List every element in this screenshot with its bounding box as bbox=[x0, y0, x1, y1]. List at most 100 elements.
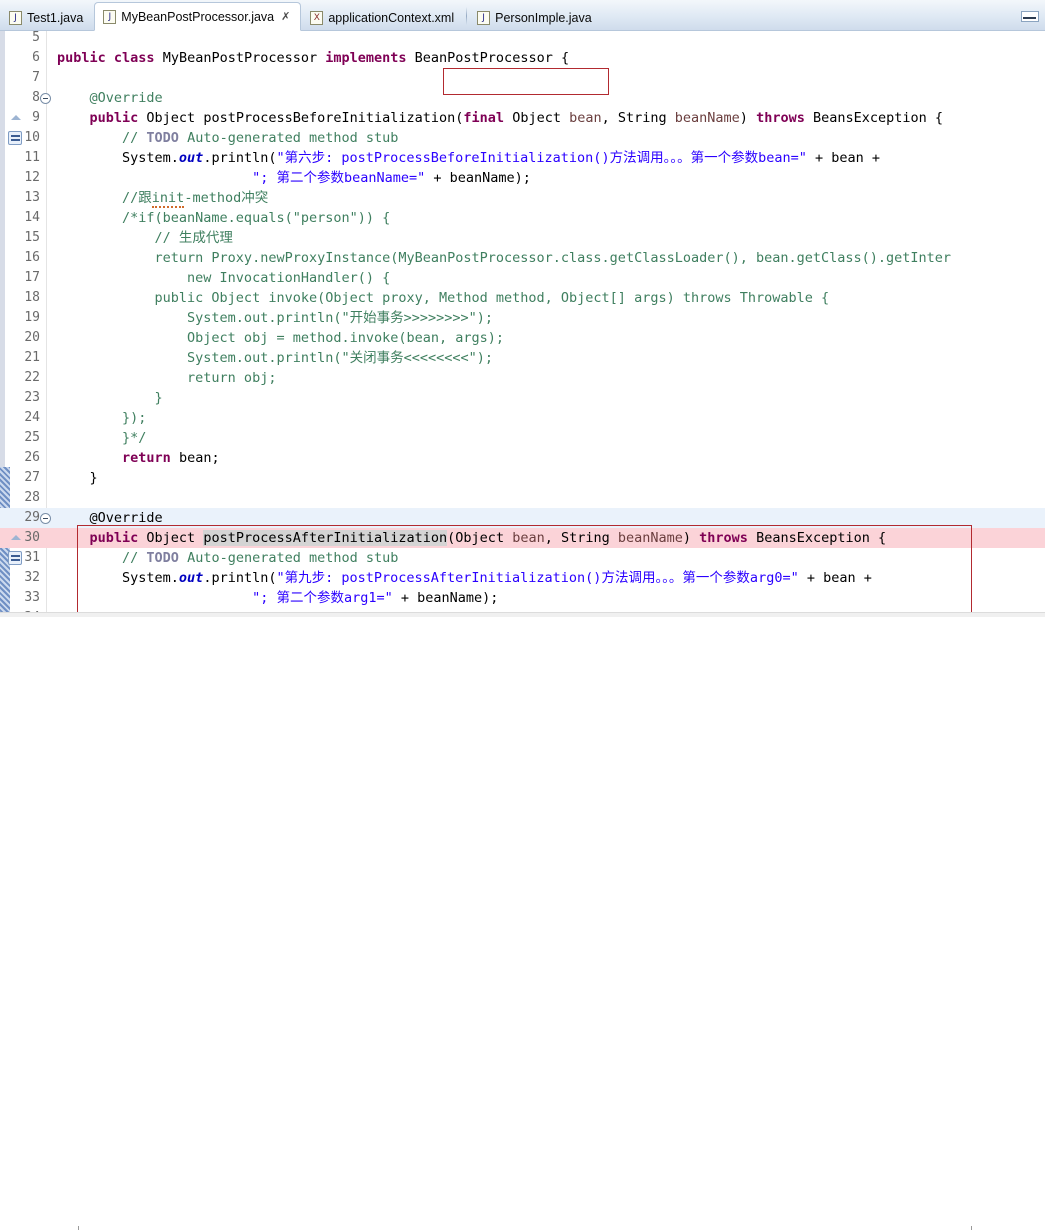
code-line[interactable]: 27 } bbox=[0, 468, 1045, 488]
code-token: bean bbox=[512, 530, 545, 546]
code-line[interactable]: 20 Object obj = method.invoke(bean, args… bbox=[0, 328, 1045, 348]
code-token: @Override bbox=[89, 90, 163, 106]
code-text: /*if(beanName.equals("person")) { bbox=[57, 208, 390, 228]
code-token: TODO bbox=[146, 550, 179, 566]
line-number: 7 bbox=[32, 70, 40, 85]
code-line[interactable]: 7 bbox=[0, 68, 1045, 88]
code-token: "第六步: postProcessBeforeInitialization()方… bbox=[276, 150, 807, 166]
fold-collapse-icon[interactable] bbox=[40, 513, 51, 524]
code-token: , String bbox=[601, 110, 675, 126]
code-line[interactable]: 8 @Override bbox=[0, 88, 1045, 108]
code-line[interactable]: 29 @Override bbox=[0, 508, 1045, 528]
code-line[interactable]: 21 System.out.println("关闭事务<<<<<<<<"); bbox=[0, 348, 1045, 368]
code-token: }*/ bbox=[57, 430, 147, 446]
code-line[interactable]: 13 //跟init-method冲突 bbox=[0, 188, 1045, 208]
code-token: public bbox=[57, 50, 114, 66]
xml-file-icon: X bbox=[310, 10, 324, 25]
code-token: Object bbox=[512, 110, 570, 126]
code-text: } bbox=[57, 388, 163, 408]
code-text: // TODO Auto-generated method stub bbox=[57, 128, 398, 148]
code-token: throws bbox=[756, 110, 813, 126]
code-line[interactable]: 28 bbox=[0, 488, 1045, 508]
code-line[interactable]: 23 } bbox=[0, 388, 1045, 408]
tab-test1-java[interactable]: J Test1.java bbox=[0, 3, 94, 31]
code-token: TODO bbox=[146, 130, 179, 146]
code-token: return obj; bbox=[57, 370, 277, 386]
tab-applicationcontext-xml[interactable]: XapplicationContext.xml bbox=[301, 3, 465, 31]
code-text: @Override bbox=[57, 510, 163, 526]
code-text: "; 第二个参数arg1=" + beanName); bbox=[57, 588, 498, 608]
java-code-editor[interactable]: 5 6 public class MyBeanPostProcessor imple… bbox=[0, 31, 1045, 617]
code-token: return bbox=[122, 450, 179, 466]
minimize-window-button[interactable] bbox=[1019, 9, 1041, 23]
code-token: , String bbox=[544, 530, 618, 546]
arrow-up-icon bbox=[11, 115, 21, 120]
code-text: } bbox=[57, 470, 98, 486]
line-number: 27 bbox=[24, 470, 40, 485]
code-token: // bbox=[122, 550, 147, 566]
code-text: public Object postProcessAfterInitializa… bbox=[57, 528, 886, 548]
code-line[interactable]: 19 System.out.println("开始事务>>>>>>>>"); bbox=[0, 308, 1045, 328]
edit-marker-icon bbox=[8, 551, 22, 565]
code-line[interactable]: 30 public Object postProcessAfterInitial… bbox=[0, 528, 1045, 548]
code-line[interactable]: 18 public Object invoke(Object proxy, Me… bbox=[0, 288, 1045, 308]
code-token: "; 第二个参数arg1=" bbox=[252, 590, 393, 606]
code-line[interactable]: 26 return bean; bbox=[0, 448, 1045, 468]
code-line[interactable]: 15 // 生成代理 bbox=[0, 228, 1045, 248]
tab-personimple-java[interactable]: J PersonImple.java bbox=[468, 3, 603, 31]
code-token: + bean + bbox=[806, 150, 880, 166]
code-line[interactable]: 32 System.out.println("第九步: postProcessA… bbox=[0, 568, 1045, 588]
code-token: (Object bbox=[447, 530, 513, 546]
line-number: 6 bbox=[32, 50, 40, 65]
code-text: System.out.println("开始事务>>>>>>>>"); bbox=[57, 308, 493, 328]
code-text: System.out.println("关闭事务<<<<<<<<"); bbox=[57, 348, 493, 368]
line-number: 11 bbox=[24, 150, 40, 165]
code-text: public Object invoke(Object proxy, Metho… bbox=[57, 288, 830, 308]
line-number: 25 bbox=[24, 430, 40, 445]
code-token: bean; bbox=[178, 450, 220, 466]
code-line[interactable]: 31 // TODO Auto-generated method stub bbox=[0, 548, 1045, 568]
line-number: 20 bbox=[24, 330, 40, 345]
code-line[interactable]: 16 return Proxy.newProxyInstance(MyBeanP… bbox=[0, 248, 1045, 268]
arrow-up-icon bbox=[11, 535, 21, 540]
line-number: 18 bbox=[24, 290, 40, 305]
code-line[interactable]: 25 }*/ bbox=[0, 428, 1045, 448]
code-line[interactable]: 14 /*if(beanName.equals("person")) { bbox=[0, 208, 1045, 228]
code-line[interactable]: 24 }); bbox=[0, 408, 1045, 428]
code-token: /*if(beanName.equals("person")) { bbox=[57, 210, 391, 226]
tab-label: MyBeanPostProcessor.java bbox=[121, 9, 275, 24]
code-token: } bbox=[57, 390, 163, 406]
code-token: .println( bbox=[203, 570, 277, 586]
code-token: BeansException { bbox=[756, 530, 887, 546]
minimize-bar-icon bbox=[1023, 17, 1036, 19]
line-number: 14 bbox=[24, 210, 40, 225]
code-token: System. bbox=[57, 150, 179, 166]
code-line[interactable]: 22 return obj; bbox=[0, 368, 1045, 388]
tab-close-icon[interactable]: ✗ bbox=[281, 11, 290, 22]
fold-collapse-icon[interactable] bbox=[40, 93, 51, 104]
code-line[interactable]: 33 "; 第二个参数arg1=" + beanName); bbox=[0, 588, 1045, 608]
code-line[interactable]: 5 bbox=[0, 31, 1045, 48]
code-line[interactable]: 6 public class MyBeanPostProcessor implem… bbox=[0, 48, 1045, 68]
code-token: postProcessAfterInitialization bbox=[203, 530, 448, 546]
tab-mybeanpostprocessor-java[interactable]: J MyBeanPostProcessor.java ✗ bbox=[94, 2, 302, 31]
code-line[interactable]: 10 // TODO Auto-generated method stub bbox=[0, 128, 1045, 148]
code-text: return obj; bbox=[57, 368, 276, 388]
code-line[interactable]: 12 "; 第二个参数beanName=" + beanName); bbox=[0, 168, 1045, 188]
java-file-icon: J bbox=[9, 10, 22, 25]
code-line[interactable]: 11 System.out.println("第六步: postProcessB… bbox=[0, 148, 1045, 168]
code-line[interactable]: 9 public Object postProcessBeforeInitial… bbox=[0, 108, 1045, 128]
line-number: 32 bbox=[24, 570, 40, 585]
code-text: Object obj = method.invoke(bean, args); bbox=[57, 328, 504, 348]
tab-label: PersonImple.java bbox=[495, 10, 592, 25]
line-number: 33 bbox=[24, 590, 40, 605]
line-number: 26 bbox=[24, 450, 40, 465]
code-line[interactable]: 17 new InvocationHandler() { bbox=[0, 268, 1045, 288]
code-text: }*/ bbox=[57, 428, 146, 448]
code-token: return Proxy.newProxyInstance(MyBeanPost… bbox=[57, 250, 952, 266]
code-token: class bbox=[113, 50, 163, 66]
